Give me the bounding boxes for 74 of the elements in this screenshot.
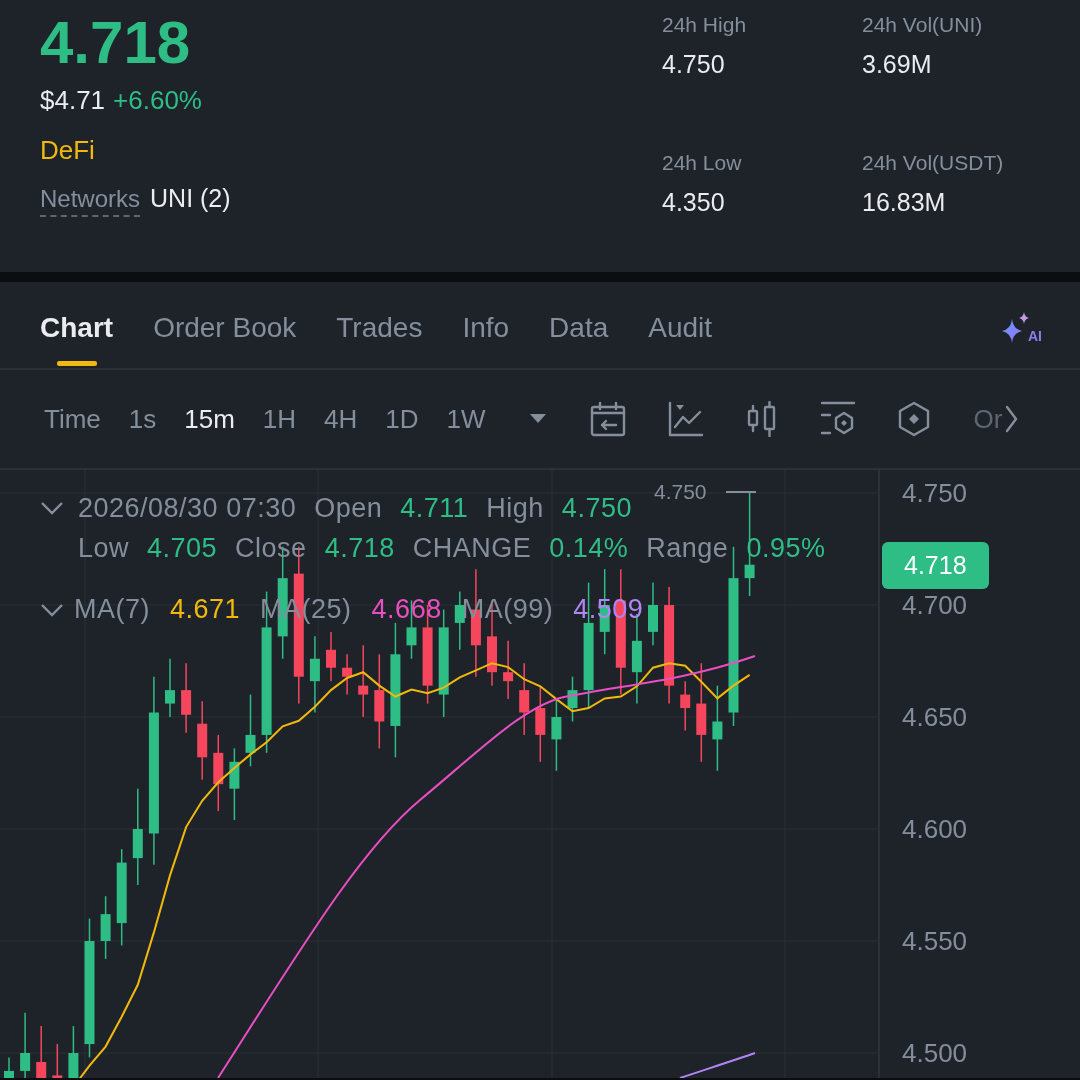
calendar-arrow-icon[interactable] <box>589 401 626 437</box>
stat-value: 16.83M <box>862 187 947 218</box>
fiat-price: $4.71 <box>40 84 106 117</box>
candle-info-label: CHANGE <box>412 532 532 565</box>
candlestick <box>454 590 465 651</box>
price-axis-label: 4.700 <box>902 590 968 620</box>
stat-label: 24h High <box>662 12 748 38</box>
hexagon-icon[interactable] <box>897 401 930 437</box>
tab[interactable]: Info <box>462 282 510 368</box>
interval-tab[interactable]: 1W <box>446 403 486 435</box>
candlestick <box>567 675 578 723</box>
candle-info-value: 4.718 <box>324 532 395 565</box>
candle-info-value: 0.14% <box>549 532 629 565</box>
interval-tab[interactable]: 1D <box>385 403 419 435</box>
candlestick <box>100 895 111 960</box>
candlestick <box>503 640 514 700</box>
candlestick <box>68 1025 79 1078</box>
networks-label[interactable]: Networks <box>40 185 141 217</box>
category-tag[interactable]: DeFi <box>40 132 662 168</box>
toolbar-overflow-label[interactable]: Or <box>973 403 1003 435</box>
candlestick-icon[interactable] <box>745 401 778 437</box>
price-axis-label: 4.750 <box>902 478 968 508</box>
high-price-marker: 4.750 <box>654 480 707 504</box>
interval-tab[interactable]: 15m <box>184 403 235 435</box>
ai-label[interactable]: AI <box>1028 328 1042 344</box>
chevron-down-icon[interactable] <box>40 601 64 618</box>
candle-info-value: 4.711 <box>400 492 469 525</box>
candle-info-value: 4.750 <box>561 492 632 525</box>
line-chart-icon[interactable] <box>667 401 704 437</box>
candlestick <box>165 658 175 718</box>
price-axis-label: 4.650 <box>902 702 968 732</box>
price-change: +6.60% <box>113 84 202 117</box>
candlestick <box>20 1011 31 1078</box>
current-price-label: 4.718 <box>882 542 989 589</box>
candle-timestamp: 2026/08/30 07:30 <box>78 492 297 525</box>
tab[interactable]: Audit <box>648 282 713 368</box>
stat-label: 24h Vol(UNI) <box>862 12 984 38</box>
interval-tab[interactable]: 1H <box>262 403 297 435</box>
candlestick <box>36 1025 47 1078</box>
price-axis-label: 4.600 <box>902 814 968 844</box>
networks-value: UNI (2) <box>150 184 231 213</box>
high-marker-line <box>725 491 757 493</box>
stat-value: 4.350 <box>662 187 726 218</box>
stat-label: 24h Low <box>662 150 743 176</box>
chevron-down-icon[interactable] <box>40 500 64 516</box>
tab[interactable]: Data <box>549 282 609 368</box>
price-axis-label: 4.550 <box>902 926 968 956</box>
stat-value: 4.750 <box>662 49 726 80</box>
candlestick <box>326 631 336 682</box>
tab[interactable]: Trades <box>336 282 423 368</box>
candlestick <box>181 662 192 734</box>
moving-average-value: 4.671 <box>170 594 241 625</box>
settings-list-icon[interactable] <box>819 401 856 437</box>
price-axis-label: 4.500 <box>902 1038 968 1068</box>
candle-info-label: Close <box>235 532 307 565</box>
candle-info-label: Low <box>78 532 130 565</box>
candlestick <box>4 1056 14 1078</box>
interval-tab[interactable]: 4H <box>324 403 358 435</box>
candle-info-label: Open <box>314 492 383 525</box>
tab[interactable]: Chart <box>40 282 114 368</box>
moving-average-label: MA(7) <box>74 594 150 625</box>
candlestick <box>648 581 658 647</box>
stat-label: 24h Vol(USDT) <box>862 150 1005 176</box>
candlestick <box>52 1043 63 1078</box>
interval-tab[interactable]: 1s <box>128 403 157 435</box>
last-price: 4.718 <box>40 8 192 78</box>
stat-value: 3.69M <box>862 49 933 80</box>
candlestick <box>342 653 353 696</box>
tab[interactable]: Order Book <box>153 282 297 368</box>
candle-info-label: Range <box>646 532 729 565</box>
candlestick <box>680 680 691 732</box>
candle-info-label: High <box>486 492 544 525</box>
candle-info-value: 4.705 <box>147 532 218 565</box>
interval-tab[interactable]: Time <box>44 403 101 435</box>
